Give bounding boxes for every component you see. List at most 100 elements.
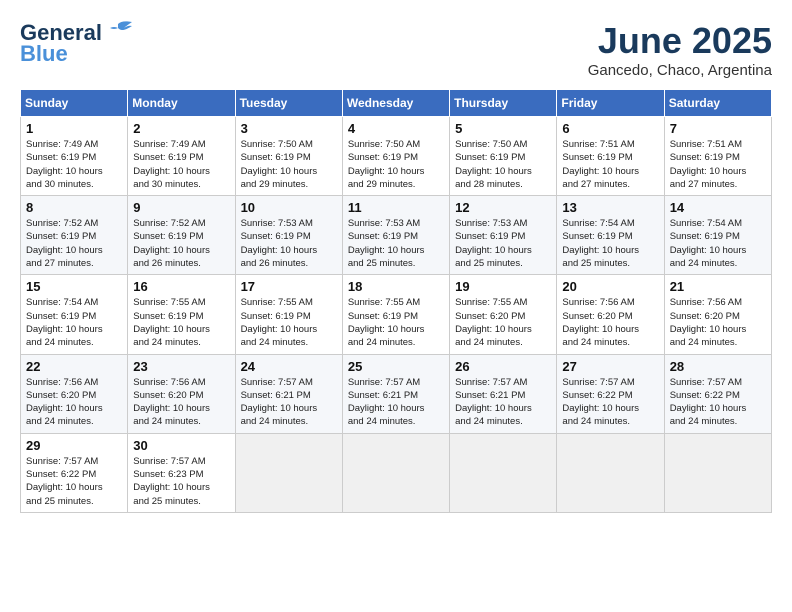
day-info: Sunrise: 7:55 AM Sunset: 6:20 PM Dayligh… (455, 296, 551, 349)
month-year-title: June 2025 (588, 20, 772, 62)
calendar-cell: 7Sunrise: 7:51 AM Sunset: 6:19 PM Daylig… (664, 117, 771, 196)
day-number: 27 (562, 359, 658, 374)
title-area: June 2025 Gancedo, Chaco, Argentina (588, 20, 772, 79)
col-header-wednesday: Wednesday (342, 90, 449, 117)
day-number: 6 (562, 121, 658, 136)
day-number: 25 (348, 359, 444, 374)
calendar-cell: 13 Sunrise: 7:54 AM Sunset: 6:19 PM Dayli… (557, 196, 664, 275)
day-info: Sunrise: 7:54 AM Sunset: 6:19 PM Dayligh… (670, 217, 766, 270)
day-number: 26 (455, 359, 551, 374)
day-number: 2 (133, 121, 229, 136)
calendar-week-row: 29 Sunrise: 7:57 AM Sunset: 6:22 PM Dayli… (21, 433, 772, 512)
day-info: Sunrise: 7:57 AM Sunset: 6:21 PM Dayligh… (241, 376, 337, 429)
day-number: 11 (348, 200, 444, 215)
calendar-cell: 24 Sunrise: 7:57 AM Sunset: 6:21 PM Dayli… (235, 354, 342, 433)
day-info: Sunrise: 7:56 AM Sunset: 6:20 PM Dayligh… (133, 376, 229, 429)
day-number: 19 (455, 279, 551, 294)
day-number: 12 (455, 200, 551, 215)
day-info: Sunrise: 7:56 AM Sunset: 6:20 PM Dayligh… (562, 296, 658, 349)
day-info: Sunrise: 7:55 AM Sunset: 6:19 PM Dayligh… (348, 296, 444, 349)
calendar-week-row: 15 Sunrise: 7:54 AM Sunset: 6:19 PM Dayli… (21, 275, 772, 354)
day-number: 23 (133, 359, 229, 374)
day-number: 10 (241, 200, 337, 215)
day-info: Sunrise: 7:54 AM Sunset: 6:19 PM Dayligh… (562, 217, 658, 270)
calendar-cell: 27 Sunrise: 7:57 AM Sunset: 6:22 PM Dayli… (557, 354, 664, 433)
calendar-cell: 17 Sunrise: 7:55 AM Sunset: 6:19 PM Dayli… (235, 275, 342, 354)
col-header-friday: Friday (557, 90, 664, 117)
calendar-cell: 14 Sunrise: 7:54 AM Sunset: 6:19 PM Dayli… (664, 196, 771, 275)
day-info: Sunrise: 7:53 AM Sunset: 6:19 PM Dayligh… (241, 217, 337, 270)
day-info: Sunrise: 7:55 AM Sunset: 6:19 PM Dayligh… (133, 296, 229, 349)
calendar-cell: 15 Sunrise: 7:54 AM Sunset: 6:19 PM Dayli… (21, 275, 128, 354)
day-info: Sunrise: 7:53 AM Sunset: 6:19 PM Dayligh… (348, 217, 444, 270)
calendar-cell: 16 Sunrise: 7:55 AM Sunset: 6:19 PM Dayli… (128, 275, 235, 354)
calendar-cell: 26 Sunrise: 7:57 AM Sunset: 6:21 PM Dayli… (450, 354, 557, 433)
calendar-cell: 29 Sunrise: 7:57 AM Sunset: 6:22 PM Dayli… (21, 433, 128, 512)
day-number: 30 (133, 438, 229, 453)
location-subtitle: Gancedo, Chaco, Argentina (588, 62, 772, 79)
day-number: 9 (133, 200, 229, 215)
day-number: 20 (562, 279, 658, 294)
calendar-cell: 11 Sunrise: 7:53 AM Sunset: 6:19 PM Dayli… (342, 196, 449, 275)
day-info: Sunrise: 7:54 AM Sunset: 6:19 PM Dayligh… (26, 296, 122, 349)
calendar-header-row: SundayMondayTuesdayWednesdayThursdayFrid… (21, 90, 772, 117)
calendar-cell: 6 Sunrise: 7:51 AM Sunset: 6:19 PM Daylig… (557, 117, 664, 196)
calendar-cell: 22Sunrise: 7:56 AM Sunset: 6:20 PM Dayli… (21, 354, 128, 433)
calendar-cell: 9 Sunrise: 7:52 AM Sunset: 6:19 PM Daylig… (128, 196, 235, 275)
calendar-cell (450, 433, 557, 512)
page-header: General Blue June 2025 Gancedo, Chaco, A… (20, 20, 772, 79)
calendar-table: SundayMondayTuesdayWednesdayThursdayFrid… (20, 89, 772, 513)
day-info: Sunrise: 7:52 AM Sunset: 6:19 PM Dayligh… (133, 217, 229, 270)
day-info: Sunrise: 7:57 AM Sunset: 6:21 PM Dayligh… (455, 376, 551, 429)
day-info: Sunrise: 7:50 AM Sunset: 6:19 PM Dayligh… (455, 138, 551, 191)
day-number: 18 (348, 279, 444, 294)
col-header-sunday: Sunday (21, 90, 128, 117)
calendar-cell: 10 Sunrise: 7:53 AM Sunset: 6:19 PM Dayli… (235, 196, 342, 275)
calendar-cell: 2 Sunrise: 7:49 AM Sunset: 6:19 PM Daylig… (128, 117, 235, 196)
logo: General Blue (20, 20, 134, 67)
day-info: Sunrise: 7:51 AM Sunset: 6:19 PM Dayligh… (562, 138, 658, 191)
day-info: Sunrise: 7:50 AM Sunset: 6:19 PM Dayligh… (348, 138, 444, 191)
day-info: Sunrise: 7:55 AM Sunset: 6:19 PM Dayligh… (241, 296, 337, 349)
day-number: 24 (241, 359, 337, 374)
day-info: Sunrise: 7:49 AM Sunset: 6:19 PM Dayligh… (133, 138, 229, 191)
calendar-cell: 12 Sunrise: 7:53 AM Sunset: 6:19 PM Dayli… (450, 196, 557, 275)
calendar-cell (235, 433, 342, 512)
calendar-cell (342, 433, 449, 512)
day-number: 16 (133, 279, 229, 294)
calendar-cell (664, 433, 771, 512)
col-header-thursday: Thursday (450, 90, 557, 117)
day-info: Sunrise: 7:52 AM Sunset: 6:19 PM Dayligh… (26, 217, 122, 270)
calendar-cell: 18 Sunrise: 7:55 AM Sunset: 6:19 PM Dayli… (342, 275, 449, 354)
day-info: Sunrise: 7:57 AM Sunset: 6:22 PM Dayligh… (26, 455, 122, 508)
calendar-cell: 28Sunrise: 7:57 AM Sunset: 6:22 PM Dayli… (664, 354, 771, 433)
day-info: Sunrise: 7:53 AM Sunset: 6:19 PM Dayligh… (455, 217, 551, 270)
calendar-cell: 20 Sunrise: 7:56 AM Sunset: 6:20 PM Dayli… (557, 275, 664, 354)
day-number: 28 (670, 359, 766, 374)
calendar-cell: 19 Sunrise: 7:55 AM Sunset: 6:20 PM Dayli… (450, 275, 557, 354)
day-info: Sunrise: 7:50 AM Sunset: 6:19 PM Dayligh… (241, 138, 337, 191)
day-info: Sunrise: 7:49 AM Sunset: 6:19 PM Dayligh… (26, 138, 122, 191)
logo-bird-icon (104, 20, 134, 42)
calendar-cell: 1 Sunrise: 7:49 AM Sunset: 6:19 PM Daylig… (21, 117, 128, 196)
col-header-saturday: Saturday (664, 90, 771, 117)
day-number: 22 (26, 359, 122, 374)
calendar-cell: 8Sunrise: 7:52 AM Sunset: 6:19 PM Daylig… (21, 196, 128, 275)
calendar-cell: 23 Sunrise: 7:56 AM Sunset: 6:20 PM Dayli… (128, 354, 235, 433)
day-number: 3 (241, 121, 337, 136)
day-number: 14 (670, 200, 766, 215)
day-info: Sunrise: 7:57 AM Sunset: 6:22 PM Dayligh… (562, 376, 658, 429)
day-info: Sunrise: 7:57 AM Sunset: 6:23 PM Dayligh… (133, 455, 229, 508)
day-number: 29 (26, 438, 122, 453)
day-info: Sunrise: 7:51 AM Sunset: 6:19 PM Dayligh… (670, 138, 766, 191)
calendar-week-row: 22 Sunrise: 7:56 AM Sunset: 6:20 PM Dayli… (21, 354, 772, 433)
day-number: 17 (241, 279, 337, 294)
calendar-cell (557, 433, 664, 512)
day-number: 1 (26, 121, 122, 136)
day-number: 13 (562, 200, 658, 215)
day-info: Sunrise: 7:56 AM Sunset: 6:20 PM Dayligh… (670, 296, 766, 349)
day-number: 15 (26, 279, 122, 294)
day-number: 5 (455, 121, 551, 136)
calendar-week-row: 1 Sunrise: 7:49 AM Sunset: 6:19 PM Daylig… (21, 117, 772, 196)
calendar-cell: 3 Sunrise: 7:50 AM Sunset: 6:19 PM Daylig… (235, 117, 342, 196)
